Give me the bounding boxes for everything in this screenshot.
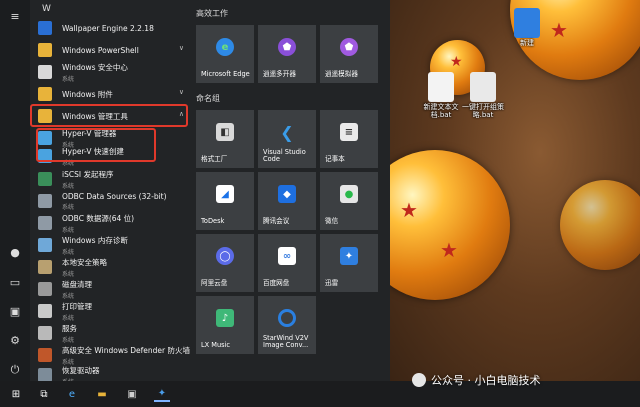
pictures-icon[interactable]: ▣ [8,305,22,319]
app-item[interactable]: 打印管理 系统 [38,300,188,322]
iscsi-icon [38,172,52,186]
tile-xunlei[interactable]: ✦ 迅雷 [320,234,378,292]
starwind-icon [278,309,296,327]
app-item[interactable]: iSCSI 发起程序 系统 [38,168,188,190]
desktop-icon-xunlei[interactable]: 新建 [500,8,554,48]
desktop-wallpaper: ★ ★ ★ ★ 新建 新建文本文档.bat 一键打开组策略.bat [390,0,640,381]
app-item[interactable]: 高级安全 Windows Defender 防火墙 系统 [38,344,190,366]
task-view-icon[interactable]: ⧉ [36,386,52,402]
power-icon[interactable]: ⏻ [8,363,22,377]
app-folder[interactable]: Windows 附件 ∨ [38,83,188,105]
wechat-icon: ● [340,185,358,203]
app-list: W Wallpaper Engine 2.2.18 Windows PowerS… [30,0,190,386]
edge-icon: e [216,38,234,56]
taskbar: ⊞ ⧉ e ▬ ▣ ✦ [0,381,640,407]
watermark: 公众号 · 小白电脑技术 [412,372,541,388]
notepad-icon: ≡ [340,123,358,141]
tile-lx-music[interactable]: ♪ LX Music [196,296,254,354]
tile-notepad[interactable]: ≡ 记事本 [320,110,378,168]
app-item[interactable]: 本地安全策略 系统 [38,256,188,278]
shield-icon [38,65,52,79]
document-icon[interactable]: ▭ [8,276,22,290]
tile-group-title[interactable]: 命名组 [196,93,220,104]
tile-xiaoyao-multi[interactable]: ⬟ 逍遥多开器 [258,25,316,83]
app-item[interactable]: Wallpaper Engine 2.2.18 [38,17,188,39]
highlight-box [30,104,188,127]
music-note-icon: ♪ [216,309,234,327]
tile-aliyun-drive[interactable]: ◯ 阿里云盘 [196,234,254,292]
baidu-netdisk-icon: ∞ [278,247,296,265]
settings-gear-icon[interactable]: ⚙ [8,334,22,348]
tencent-meeting-icon: ◆ [278,185,296,203]
vscode-icon: ❮ [280,122,294,142]
app-item[interactable]: Windows 安全中心 系统 [38,61,188,83]
todesk-icon: ◢ [216,185,234,203]
wallpaper-engine-icon [38,21,52,35]
app-item[interactable]: Windows 内存诊断 系统 [38,234,188,256]
app-item[interactable]: 磁盘清理 系统 [38,278,188,300]
user-icon[interactable]: ● [8,246,22,260]
app-item[interactable]: ODBC 数据源(64 位) 系统 [38,212,188,234]
tile-starwind[interactable]: StarWind V2V Image Conv... [258,296,316,354]
odbc-icon [38,194,52,208]
chevron-down-icon: ∨ [178,44,184,52]
windows-start-icon[interactable]: ⊞ [8,386,24,402]
xunlei-icon [514,8,540,38]
firewall-icon [38,348,52,362]
folder-icon [38,43,52,57]
odbc-icon [38,216,52,230]
xunlei-icon: ✦ [340,247,358,265]
edge-icon[interactable]: e [64,386,80,402]
chevron-down-icon: ∨ [178,88,184,96]
tile-baidu-netdisk[interactable]: ∞ 百度网盘 [258,234,316,292]
wallpaper-star: ★ [400,198,418,222]
wallpaper-ball [560,180,640,270]
desktop-icon-bat2[interactable]: 一键打开组策略.bat [456,72,510,119]
app-item[interactable]: ODBC Data Sources (32-bit) 系统 [38,190,188,212]
wallpaper-ball [390,150,510,300]
hamburger-icon[interactable]: ≡ [8,10,22,24]
tile-todesk[interactable]: ◢ ToDesk [196,172,254,230]
printer-icon [38,304,52,318]
tile-tencent-meeting[interactable]: ◆ 腾讯会议 [258,172,316,230]
app-item[interactable]: 服务 系统 [38,322,188,344]
disk-cleanup-icon [38,282,52,296]
tile-format-factory[interactable]: ◧ 格式工厂 [196,110,254,168]
wallpaper-star: ★ [440,238,458,262]
gear-file-icon [470,72,496,102]
format-factory-icon: ◧ [216,123,234,141]
tile-xiaoyao-emulator[interactable]: ⬟ 逍遥模拟器 [320,25,378,83]
recovery-drive-icon [38,368,52,382]
tile-vscode[interactable]: ❮ Visual Studio Code [258,110,316,168]
security-policy-icon [38,260,52,274]
aliyun-drive-icon: ◯ [216,247,234,265]
xiaoyao-multi-icon: ⬟ [278,38,296,56]
tile-edge[interactable]: e Microsoft Edge [196,25,254,83]
memory-diagnostic-icon [38,238,52,252]
highlight-box [36,128,156,162]
section-letter[interactable]: W [42,4,51,14]
start-menu: ≡ ● ▭ ▣ ⚙ ⏻ W Wallpaper Engine 2.2.18 Wi… [0,0,390,386]
xiaoyao-emulator-icon: ⬟ [340,38,358,56]
services-gear-icon [38,326,52,340]
wallpaper-star: ★ [450,54,463,70]
app-folder[interactable]: Windows PowerShell ∨ [38,39,188,61]
start-rail: ≡ ● ▭ ▣ ⚙ ⏻ [0,0,30,381]
wechat-icon [412,373,426,387]
folder-icon [38,87,52,101]
file-icon [428,72,454,102]
xunlei-icon[interactable]: ✦ [154,386,170,402]
file-explorer-icon[interactable]: ▬ [94,386,110,402]
tile-wechat[interactable]: ● 微信 [320,172,378,230]
tile-group-title[interactable]: 高效工作 [196,8,228,19]
control-panel-icon[interactable]: ▣ [124,386,140,402]
